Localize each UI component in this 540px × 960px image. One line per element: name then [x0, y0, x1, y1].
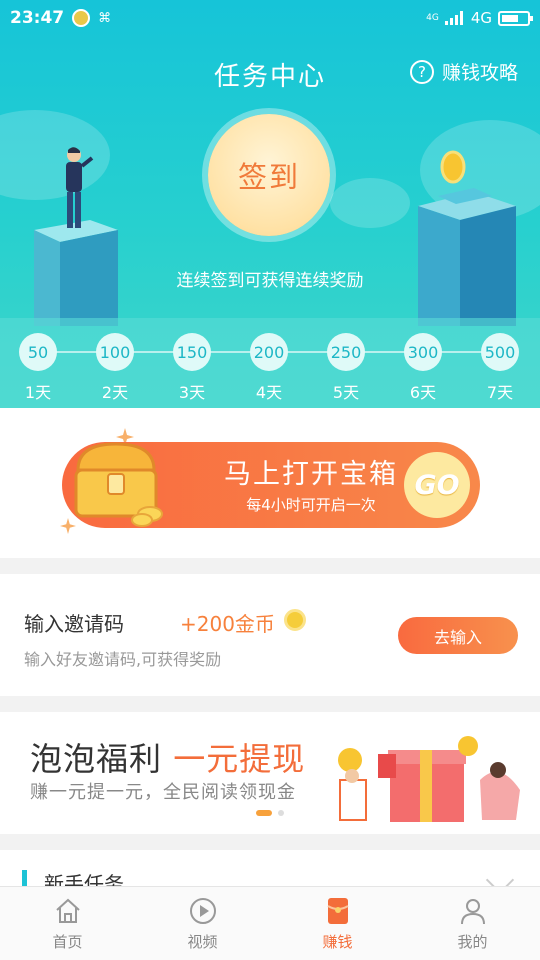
signal-icon	[444, 11, 463, 25]
carousel-indicator	[256, 810, 284, 816]
go-button[interactable]: GO	[404, 452, 470, 518]
invite-reward: +200金币	[180, 612, 275, 636]
treasure-chest-icon	[74, 442, 163, 527]
day-coin-value: 150	[173, 333, 211, 371]
treasure-title: 马上打开宝箱	[224, 459, 398, 490]
status-time: 23:47	[10, 8, 65, 28]
network-small-label: 4G	[426, 13, 439, 23]
enter-invite-button[interactable]: 去输入	[398, 617, 518, 654]
redpacket-icon	[326, 897, 349, 924]
invite-code-section: 输入邀请码 +200金币 输入好友邀请码,可获得奖励 去输入	[0, 574, 540, 696]
home-icon	[55, 898, 80, 923]
day-item: 150 3天	[162, 333, 222, 403]
play-icon	[189, 897, 216, 924]
banner-subtitle: 赚一元提一元，全民阅读领现金	[30, 782, 296, 803]
day-item: 50 1天	[8, 333, 68, 403]
status-bar: 23:47 ⌘ 4G 4G	[0, 0, 540, 36]
signin-days-row: 50 1天 100 2天 150 3天 200 4天 250 5天 300 6天…	[0, 318, 540, 408]
day-label: 6天	[409, 383, 437, 402]
day-item: 200 4天	[239, 333, 299, 403]
day-label: 4天	[255, 383, 283, 402]
earning-guide-label: 赚钱攻略	[441, 62, 518, 84]
treasure-section: 马上打开宝箱 每4小时可开启一次 GO	[0, 408, 540, 558]
day-label: 3天	[178, 383, 206, 402]
day-coin-value: 500	[481, 333, 519, 371]
right-tower-illustration	[418, 188, 516, 326]
day-coin-value: 200	[250, 333, 288, 371]
day-label: 1天	[24, 383, 52, 402]
cloud-decoration	[330, 178, 410, 228]
signin-tip: 连续签到可获得连续奖励	[176, 271, 364, 291]
day-coin-value: 50	[19, 333, 57, 371]
vpn-icon: ⌘	[98, 10, 112, 26]
carousel-dot	[278, 810, 284, 816]
day-coin-value: 300	[404, 333, 442, 371]
hero-section: 任务中心 ? 赚钱攻略 签到 连续签到可获得连续奖励 50 1天 100 2天 …	[0, 0, 540, 408]
promo-banner[interactable]: 泡泡福利 一元提现 赚一元提一元，全民阅读领现金	[0, 712, 540, 834]
network-label: 4G	[470, 9, 492, 27]
day-item: 100 2天	[85, 333, 145, 403]
day-label: 2天	[101, 383, 129, 402]
tab-home[interactable]: 首页	[0, 887, 135, 960]
tab-label: 我的	[457, 932, 488, 951]
earning-guide-link[interactable]: ? 赚钱攻略	[409, 58, 518, 85]
banner-title-prefix: 泡泡福利	[30, 740, 163, 778]
banner-gift-illustration	[338, 736, 520, 822]
day-label: 7天	[486, 383, 514, 402]
banner-title: 泡泡福利 一元提现	[30, 734, 305, 780]
tab-video[interactable]: 视频	[135, 887, 270, 960]
day-coin-value: 250	[327, 333, 365, 371]
question-icon: ?	[409, 59, 434, 84]
day-item: 500 7天	[470, 333, 530, 403]
battery-icon	[498, 10, 533, 26]
invite-title: 输入邀请码	[24, 612, 124, 636]
day-label: 5天	[332, 383, 360, 402]
businessman-illustration	[66, 147, 94, 228]
signin-button[interactable]: 签到	[208, 114, 330, 236]
invite-subtitle: 输入好友邀请码,可获得奖励	[24, 650, 222, 669]
day-item: 250 5天	[316, 333, 376, 403]
newbie-tasks-section[interactable]: 新手任务	[0, 850, 540, 890]
banner-title-highlight: 一元提现	[173, 740, 306, 778]
open-treasure-banner[interactable]: 马上打开宝箱 每4小时可开启一次 GO	[62, 442, 480, 528]
gold-coin-icon	[440, 150, 466, 184]
user-icon	[460, 898, 485, 924]
day-coin-value: 100	[96, 333, 134, 371]
tab-label: 视频	[187, 932, 218, 951]
tab-earn[interactable]: 赚钱	[270, 887, 405, 960]
coin-notification-icon	[72, 9, 91, 27]
tab-label: 赚钱	[322, 932, 353, 951]
coin-icon	[284, 609, 306, 631]
tab-profile[interactable]: 我的	[405, 887, 540, 960]
day-item: 300 6天	[393, 333, 453, 403]
treasure-subtitle: 每4小时可开启一次	[246, 496, 376, 514]
carousel-dot-active	[256, 810, 272, 816]
tab-label: 首页	[52, 932, 83, 951]
bottom-tab-bar: 首页 视频 赚钱 我的	[0, 886, 540, 960]
